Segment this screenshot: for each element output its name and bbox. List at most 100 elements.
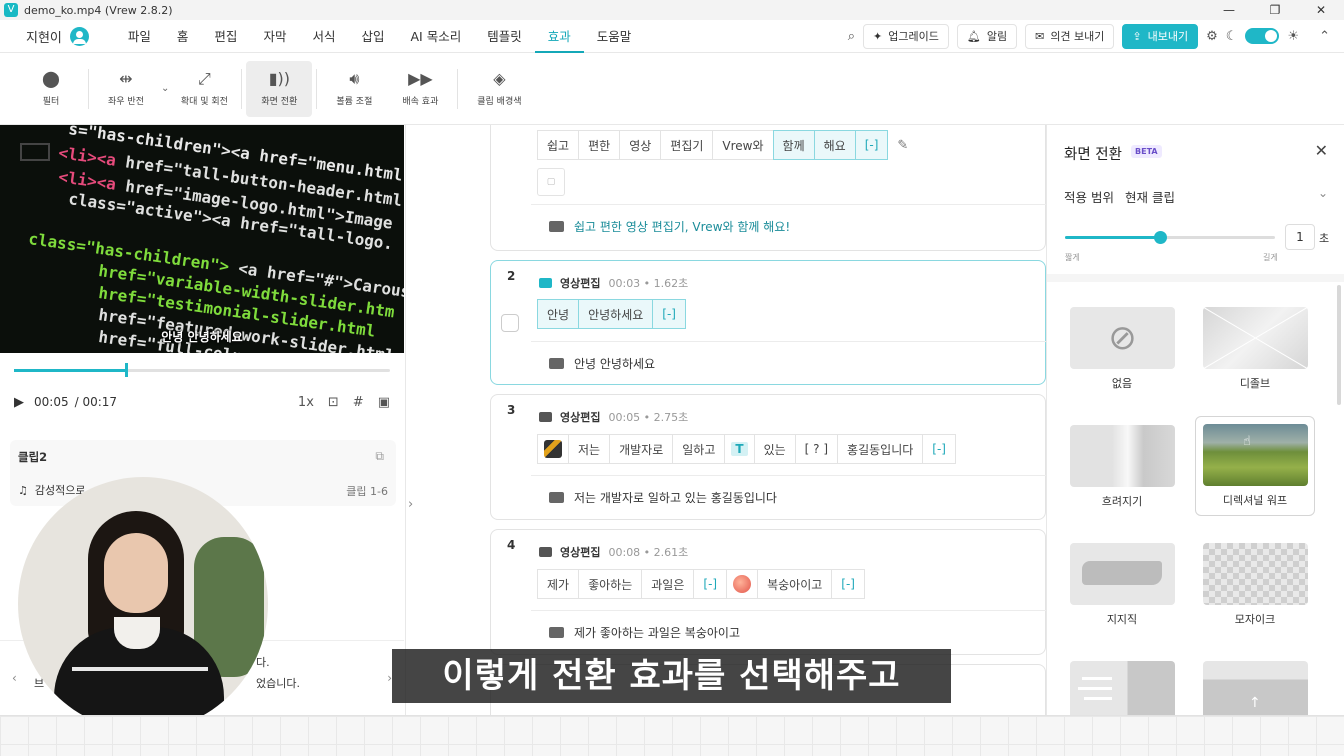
clip-block-1[interactable]: 쉽고 편한 영상 편집기 Vrew와 함께 해요 [-] ✎ ▢ 쉽고 편한 영… bbox=[490, 125, 1046, 251]
scope-select[interactable]: 현재 클립 bbox=[1125, 187, 1175, 206]
clip-sentence[interactable]: 제가 좋아하는 과일은 복숭아이고 bbox=[531, 610, 1046, 654]
panel-separator bbox=[1047, 274, 1344, 282]
clip-sentence[interactable]: 저는 개발자로 일하고 있는 홍길동입니다 bbox=[531, 475, 1046, 519]
word-chip[interactable]: 과일은 bbox=[641, 569, 695, 599]
word-chip[interactable]: 있는 bbox=[753, 434, 796, 464]
maximize-button[interactable]: ❐ bbox=[1252, 3, 1298, 17]
silence-chip[interactable]: [-] bbox=[922, 434, 956, 464]
pencil-icon[interactable]: ✎ bbox=[897, 138, 908, 153]
clip-block-3[interactable]: 3 영상편집 00:05 • 2.75초 저는 개발자로 일하고 T 있는 [ … bbox=[490, 394, 1046, 520]
bell-icon: 🔔︎ bbox=[966, 29, 981, 43]
open-external-icon[interactable]: ⧉ bbox=[375, 449, 384, 464]
word-chip[interactable]: 편집기 bbox=[660, 130, 714, 160]
screenshot-icon[interactable]: ⊡ bbox=[328, 395, 339, 410]
upgrade-button[interactable]: ✦ 업그레이드 bbox=[863, 23, 949, 49]
sticker-chip[interactable] bbox=[537, 434, 569, 464]
menu-template[interactable]: 템플릿 bbox=[474, 20, 535, 53]
word-chip[interactable]: 해요 bbox=[813, 130, 856, 160]
minimize-button[interactable]: — bbox=[1206, 3, 1252, 17]
menu-insert[interactable]: 삽입 bbox=[348, 20, 397, 53]
silence-chip[interactable]: [-] bbox=[854, 130, 889, 160]
clip-sentence[interactable]: 쉽고 편한 영상 편집기, Vrew와 함께 해요! bbox=[531, 204, 1046, 248]
flip-icon: ⇹ bbox=[119, 69, 133, 88]
menu-edit[interactable]: 편집 bbox=[201, 20, 250, 53]
word-chip[interactable]: 홍길동입니다 bbox=[837, 434, 924, 464]
word-chip[interactable]: 안녕하세요 bbox=[578, 299, 654, 329]
clip-block-4[interactable]: 4 영상편집 00:08 • 2.61초 제가 좋아하는 과일은 [-] 복숭아… bbox=[490, 529, 1046, 655]
video-clip-icon bbox=[539, 412, 552, 422]
menu-help[interactable]: 도움말 bbox=[584, 20, 645, 53]
sticker-chip[interactable] bbox=[726, 569, 759, 599]
clip-checkbox[interactable] bbox=[501, 314, 519, 332]
menu-subtitle[interactable]: 자막 bbox=[250, 20, 299, 53]
transition-option-directional-warp[interactable]: ☝ 디렉셔널 워프 bbox=[1195, 416, 1315, 516]
text-insert-icon: T bbox=[731, 442, 748, 456]
word-chip[interactable]: 좋아하는 bbox=[578, 569, 643, 599]
panel-title: 화면 전환 bbox=[1064, 147, 1122, 163]
chevron-left-icon[interactable]: ‹ bbox=[12, 671, 17, 685]
duration-slider-handle[interactable] bbox=[1153, 231, 1167, 244]
menu-ai-voice[interactable]: AI 목소리 bbox=[397, 20, 474, 53]
menu-effects[interactable]: 효과 bbox=[534, 20, 584, 53]
menu-home[interactable]: 홈 bbox=[164, 20, 202, 53]
panel-scrollbar[interactable] bbox=[1337, 285, 1341, 405]
seek-bar[interactable] bbox=[14, 363, 390, 377]
clip-bg-button[interactable]: ◈ 클립 배경색 bbox=[462, 61, 536, 117]
transition-option-mosaic[interactable]: 모자이크 bbox=[1200, 541, 1320, 641]
word-chip[interactable]: [ ? ] bbox=[794, 434, 839, 464]
speed-button[interactable]: ▶▶ 배속 효과 bbox=[387, 61, 453, 117]
transition-option-blur[interactable]: 흐려지기 bbox=[1067, 423, 1187, 523]
word-chip[interactable]: 영상 bbox=[619, 130, 662, 160]
silence-chip[interactable]: [-] bbox=[693, 569, 728, 599]
flip-button[interactable]: ⇹ 좌우 반전 bbox=[93, 61, 159, 117]
main-menu: 파일 홈 편집 자막 서식 삽입 AI 목소리 템플릿 효과 도움말 bbox=[115, 20, 644, 53]
export-button[interactable]: ⇪ 내보내기 bbox=[1122, 23, 1199, 49]
close-icon[interactable]: ✕ bbox=[1315, 141, 1328, 160]
word-chip[interactable]: 복숭아이고 bbox=[757, 569, 833, 599]
menu-file[interactable]: 파일 bbox=[115, 20, 164, 53]
word-chip[interactable]: 편한 bbox=[578, 130, 621, 160]
seek-handle[interactable] bbox=[124, 363, 128, 377]
duration-slider[interactable] bbox=[1065, 231, 1275, 244]
word-chip[interactable]: 일하고 bbox=[672, 434, 726, 464]
volume-button[interactable]: 🔊︎ 볼륨 조절 bbox=[321, 61, 387, 117]
grid-icon[interactable]: # bbox=[353, 395, 364, 410]
duration-input[interactable]: 1 bbox=[1285, 224, 1315, 250]
flip-dropdown-chevron-icon[interactable]: ⌄ bbox=[161, 83, 169, 94]
gear-icon[interactable]: ⚙ bbox=[1206, 29, 1218, 44]
playback-speed[interactable]: 1x bbox=[298, 395, 314, 410]
zoom-rotate-button[interactable]: ⤢ 확대 및 회전 bbox=[171, 61, 237, 117]
feedback-button[interactable]: ✉ 의견 보내기 bbox=[1025, 23, 1115, 49]
transition-option-dissolve[interactable]: 디졸브 bbox=[1200, 305, 1320, 405]
word-chip[interactable]: 쉽고 bbox=[537, 130, 580, 160]
word-chip[interactable]: 안녕 bbox=[537, 299, 580, 329]
close-window-button[interactable]: ✕ bbox=[1298, 3, 1344, 17]
thumbnail-placeholder-icon[interactable]: ▢ bbox=[537, 168, 565, 196]
transition-button[interactable]: ▮)) 화면 전환 bbox=[246, 60, 313, 117]
word-chip[interactable]: 개발자로 bbox=[609, 434, 674, 464]
silence-chip[interactable]: [-] bbox=[652, 299, 686, 329]
word-chip[interactable]: 저는 bbox=[568, 434, 611, 464]
silence-chip[interactable]: [-] bbox=[831, 569, 865, 599]
word-chip[interactable]: 함께 bbox=[772, 130, 815, 160]
play-icon[interactable]: ▶ bbox=[14, 395, 24, 410]
word-chip[interactable]: Vrew와 bbox=[712, 130, 774, 160]
caption-toggle-icon[interactable]: ▣ bbox=[378, 395, 390, 410]
clip-sentence[interactable]: 안녕 안녕하세요 bbox=[531, 341, 1046, 385]
text-chip[interactable]: T bbox=[724, 434, 755, 464]
chevron-down-icon[interactable]: ⌄ bbox=[1318, 186, 1328, 200]
transition-option-none[interactable]: ⊘ 없음 bbox=[1067, 305, 1187, 405]
user-menu[interactable]: 지현이 bbox=[26, 26, 89, 46]
theme-toggle[interactable] bbox=[1245, 28, 1280, 44]
word-chip[interactable]: 제가 bbox=[537, 569, 580, 599]
alerts-button[interactable]: 🔔︎ 알림 bbox=[956, 23, 1018, 49]
transition-option-static[interactable]: 지지직 bbox=[1067, 541, 1187, 641]
clip-block-2[interactable]: 2 영상편집 00:03 • 1.62초 안녕 안녕하세요 [-] 안녕 안녕하… bbox=[490, 260, 1046, 385]
search-icon[interactable]: ⌕ bbox=[848, 29, 855, 44]
video-preview[interactable]: s="has-children"><a href="menu.html">Mul… bbox=[0, 125, 404, 353]
collapse-panel-chevron-icon[interactable]: › bbox=[408, 497, 413, 512]
menu-format[interactable]: 서식 bbox=[299, 20, 348, 53]
filter-button[interactable]: ⬤ 필터 bbox=[18, 61, 84, 117]
chevron-up-icon[interactable]: ⌃ bbox=[1319, 29, 1330, 44]
vrew-logo-icon: V bbox=[4, 3, 18, 17]
